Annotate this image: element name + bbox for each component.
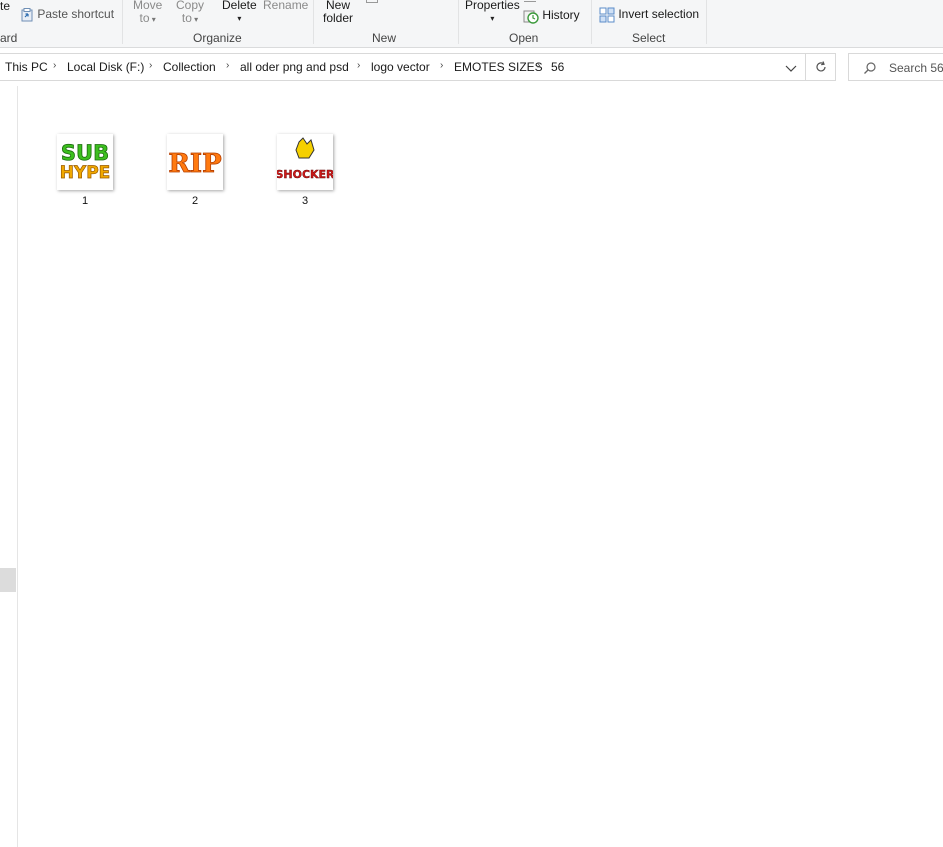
- history-label: History: [542, 8, 580, 23]
- breadcrumb-separator-icon[interactable]: ›: [537, 60, 540, 71]
- breadcrumb-separator-icon[interactable]: ›: [53, 60, 56, 71]
- breadcrumb-separator-icon[interactable]: ›: [440, 60, 443, 71]
- select-group-label: Select: [632, 31, 666, 45]
- paste-shortcut-icon: [21, 8, 33, 22]
- move-to-button[interactable]: Move to ▾: [133, 0, 162, 26]
- hand-icon: [295, 137, 315, 159]
- breadcrumb-this-pc[interactable]: This PC: [5, 60, 48, 74]
- organize-group-label: Organize: [193, 31, 242, 45]
- breadcrumb-56[interactable]: 56: [551, 60, 564, 74]
- chevron-down-icon: ▾: [490, 14, 495, 23]
- refresh-icon: [815, 61, 826, 72]
- invert-selection-icon: [599, 7, 615, 23]
- file-item[interactable]: RIP 2: [165, 132, 225, 212]
- new-item-icon[interactable]: [366, 0, 378, 3]
- group-divider: [458, 0, 459, 44]
- file-name: 2: [191, 195, 199, 207]
- search-icon: [864, 62, 876, 74]
- new-folder-label-2: folder: [323, 11, 354, 25]
- shocker-emote-image: SHOCKER: [277, 137, 333, 181]
- new-group-label: New: [372, 31, 397, 45]
- invert-selection-label: Invert selection: [618, 7, 700, 22]
- file-name: 1: [81, 195, 89, 207]
- emote-text: SUB: [61, 141, 109, 165]
- copy-to-button[interactable]: Copy to ▾: [176, 0, 204, 26]
- history-button[interactable]: History: [523, 8, 580, 24]
- breadcrumb-separator-icon[interactable]: ›: [226, 60, 229, 71]
- group-divider: [122, 0, 123, 44]
- search-input[interactable]: Search 56: [889, 61, 943, 75]
- properties-label: Properties: [465, 0, 520, 12]
- chevron-down-icon: ▾: [237, 14, 242, 23]
- rename-button[interactable]: Rename: [263, 0, 308, 12]
- chevron-down-icon: ▾: [191, 15, 199, 24]
- open-item-icon[interactable]: [524, 0, 536, 2]
- paste-shortcut-button[interactable]: Paste shortcut: [20, 8, 114, 22]
- group-divider: [706, 0, 707, 44]
- clipboard-group-label: ard: [0, 31, 18, 45]
- file-item[interactable]: SHOCKER 3: [275, 132, 335, 212]
- open-group-label: Open: [509, 31, 539, 45]
- history-icon: [523, 10, 539, 24]
- chevron-down-icon: ▾: [149, 15, 156, 24]
- navigation-pane[interactable]: [0, 86, 18, 847]
- file-name: 3: [301, 195, 309, 207]
- move-to-label-2: to: [139, 11, 150, 25]
- rip-emote-image: RIP: [168, 149, 222, 180]
- breadcrumb-logo-vector[interactable]: logo vector: [371, 60, 430, 74]
- breadcrumb-separator-icon[interactable]: ›: [149, 60, 152, 71]
- delete-label: Delete: [222, 0, 257, 12]
- refresh-button[interactable]: [806, 53, 836, 81]
- file-thumbnail: RIP: [167, 134, 223, 190]
- emote-text: SHOCKER: [277, 168, 333, 181]
- chevron-down-icon[interactable]: [780, 59, 802, 77]
- breadcrumb-local-disk[interactable]: Local Disk (F:): [67, 60, 144, 74]
- sub-hype-emote-image: SUB HYPE: [59, 141, 111, 184]
- properties-button[interactable]: Properties ▾: [465, 0, 520, 25]
- address-row: This PC › Local Disk (F:) › Collection ›…: [0, 48, 943, 86]
- emote-text: RIP: [168, 149, 221, 179]
- nav-scrollbar-thumb[interactable]: [0, 568, 16, 592]
- delete-button[interactable]: Delete ▾: [222, 0, 257, 25]
- breadcrumb-all-oder-png[interactable]: all oder png and psd: [240, 60, 349, 74]
- paste-button-partial[interactable]: te: [0, 0, 10, 13]
- breadcrumb-separator-icon[interactable]: ›: [357, 60, 360, 71]
- file-thumbnail: SHOCKER: [277, 134, 333, 190]
- search-box[interactable]: Search 56: [848, 53, 943, 81]
- group-divider: [313, 0, 314, 44]
- ribbon: te Paste shortcut ard Move to ▾ Copy to …: [0, 0, 943, 48]
- copy-to-label-2: to: [181, 11, 192, 25]
- file-item[interactable]: SUB HYPE 1: [55, 132, 115, 212]
- emote-text: HYPE: [60, 163, 111, 183]
- paste-shortcut-label: Paste shortcut: [37, 7, 115, 22]
- breadcrumb-emotes-sizes[interactable]: EMOTES SIZES: [454, 60, 543, 74]
- file-thumbnail: SUB HYPE: [57, 134, 113, 190]
- breadcrumb-collection[interactable]: Collection: [163, 60, 216, 74]
- address-bar[interactable]: This PC › Local Disk (F:) › Collection ›…: [0, 53, 806, 81]
- group-divider: [591, 0, 592, 44]
- new-folder-button[interactable]: New folder: [323, 0, 353, 25]
- invert-selection-button[interactable]: Invert selection: [599, 7, 699, 23]
